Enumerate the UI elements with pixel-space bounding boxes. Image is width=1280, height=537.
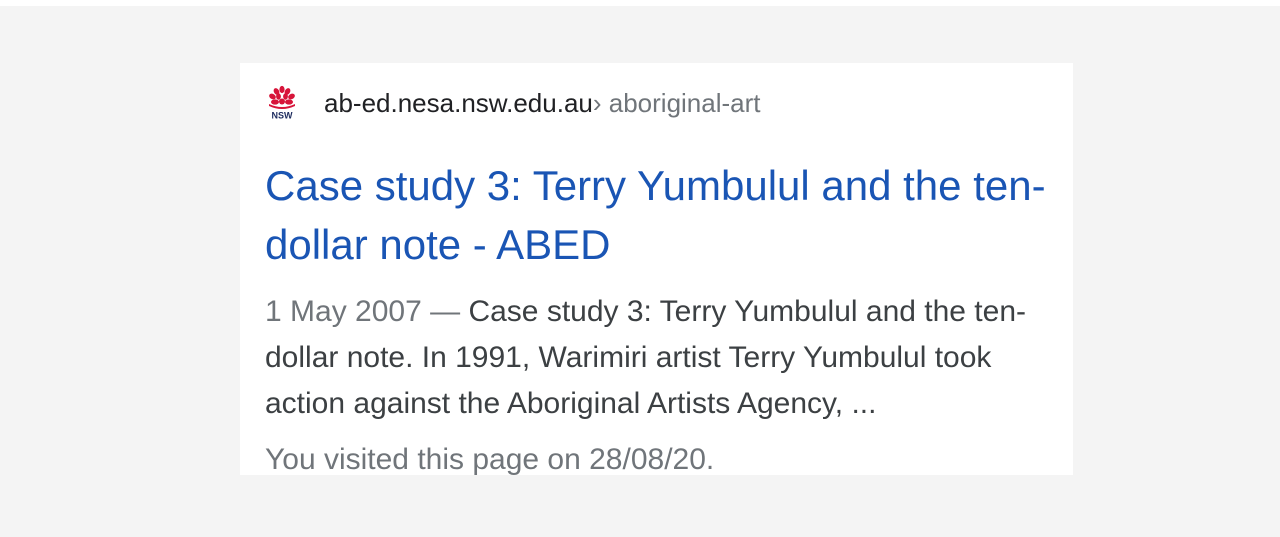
favicon-text: NSW bbox=[272, 111, 294, 121]
nsw-waratah-logo-icon: NSW bbox=[269, 85, 295, 121]
result-title-link[interactable]: Case study 3: Terry Yumbulul and the ten… bbox=[265, 156, 1055, 274]
result-snippet: 1 May 2007 — Case study 3: Terry Yumbulu… bbox=[265, 289, 1055, 427]
visited-note: You visited this page on 28/08/20. bbox=[265, 443, 715, 475]
search-result-card: NSW ab-ed.nesa.nsw.edu.au › aboriginal-a… bbox=[240, 63, 1073, 475]
result-source[interactable]: NSW ab-ed.nesa.nsw.edu.au › aboriginal-a… bbox=[265, 85, 761, 121]
result-domain: ab-ed.nesa.nsw.edu.au bbox=[324, 87, 593, 118]
result-date: 1 May 2007 bbox=[265, 295, 422, 328]
date-separator: — bbox=[421, 295, 469, 328]
top-strip bbox=[0, 0, 1280, 6]
result-breadcrumb: › aboriginal-art bbox=[592, 87, 761, 118]
